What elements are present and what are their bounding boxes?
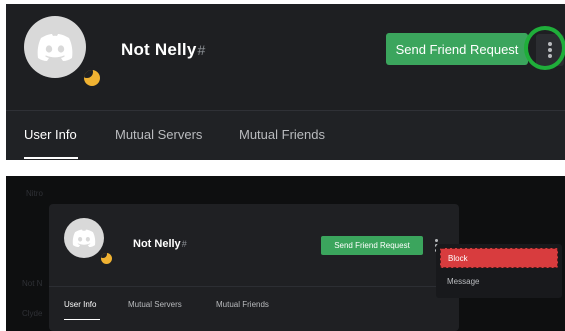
active-tab-indicator bbox=[24, 157, 78, 159]
profile-panel-bottom: Nitro Not N Clyde Not Nelly# Send Friend… bbox=[6, 176, 565, 331]
tab-mutual-servers[interactable]: Mutual Servers bbox=[128, 300, 182, 309]
profile-modal: Not Nelly# Send Friend Request User Info… bbox=[49, 204, 459, 331]
username: Not Nelly# bbox=[133, 238, 187, 250]
context-menu: Block Message bbox=[436, 244, 562, 298]
background-text: Nitro bbox=[26, 189, 43, 198]
highlight-circle bbox=[524, 26, 565, 70]
tab-user-info[interactable]: User Info bbox=[24, 127, 77, 142]
vertical-dots-icon bbox=[435, 239, 438, 242]
discord-logo-icon bbox=[72, 229, 96, 248]
background-text: Clyde bbox=[22, 309, 43, 318]
send-friend-request-button[interactable]: Send Friend Request bbox=[386, 33, 528, 65]
active-tab-indicator bbox=[64, 319, 100, 320]
avatar[interactable] bbox=[24, 16, 86, 78]
profile-panel-top: Not Nelly# Send Friend Request User Info… bbox=[6, 4, 565, 160]
idle-status-icon bbox=[80, 66, 104, 90]
avatar[interactable] bbox=[64, 218, 104, 258]
send-friend-request-button[interactable]: Send Friend Request bbox=[321, 236, 423, 255]
block-menu-item[interactable]: Block bbox=[440, 248, 558, 268]
discriminator: # bbox=[181, 239, 187, 249]
profile-header: Not Nelly# Send Friend Request bbox=[6, 4, 565, 110]
username: Not Nelly# bbox=[121, 40, 206, 59]
tab-mutual-friends[interactable]: Mutual Friends bbox=[216, 300, 269, 309]
profile-tabs: User Info Mutual Servers Mutual Friends bbox=[6, 111, 565, 160]
idle-status-icon bbox=[99, 251, 114, 266]
divider bbox=[49, 286, 459, 287]
discriminator: # bbox=[197, 42, 206, 58]
tab-mutual-servers[interactable]: Mutual Servers bbox=[115, 127, 202, 142]
message-menu-item[interactable]: Message bbox=[447, 277, 479, 286]
tab-user-info[interactable]: User Info bbox=[64, 300, 96, 309]
tab-mutual-friends[interactable]: Mutual Friends bbox=[239, 127, 325, 142]
background-text: Not N bbox=[22, 279, 43, 288]
discord-logo-icon bbox=[37, 34, 73, 61]
